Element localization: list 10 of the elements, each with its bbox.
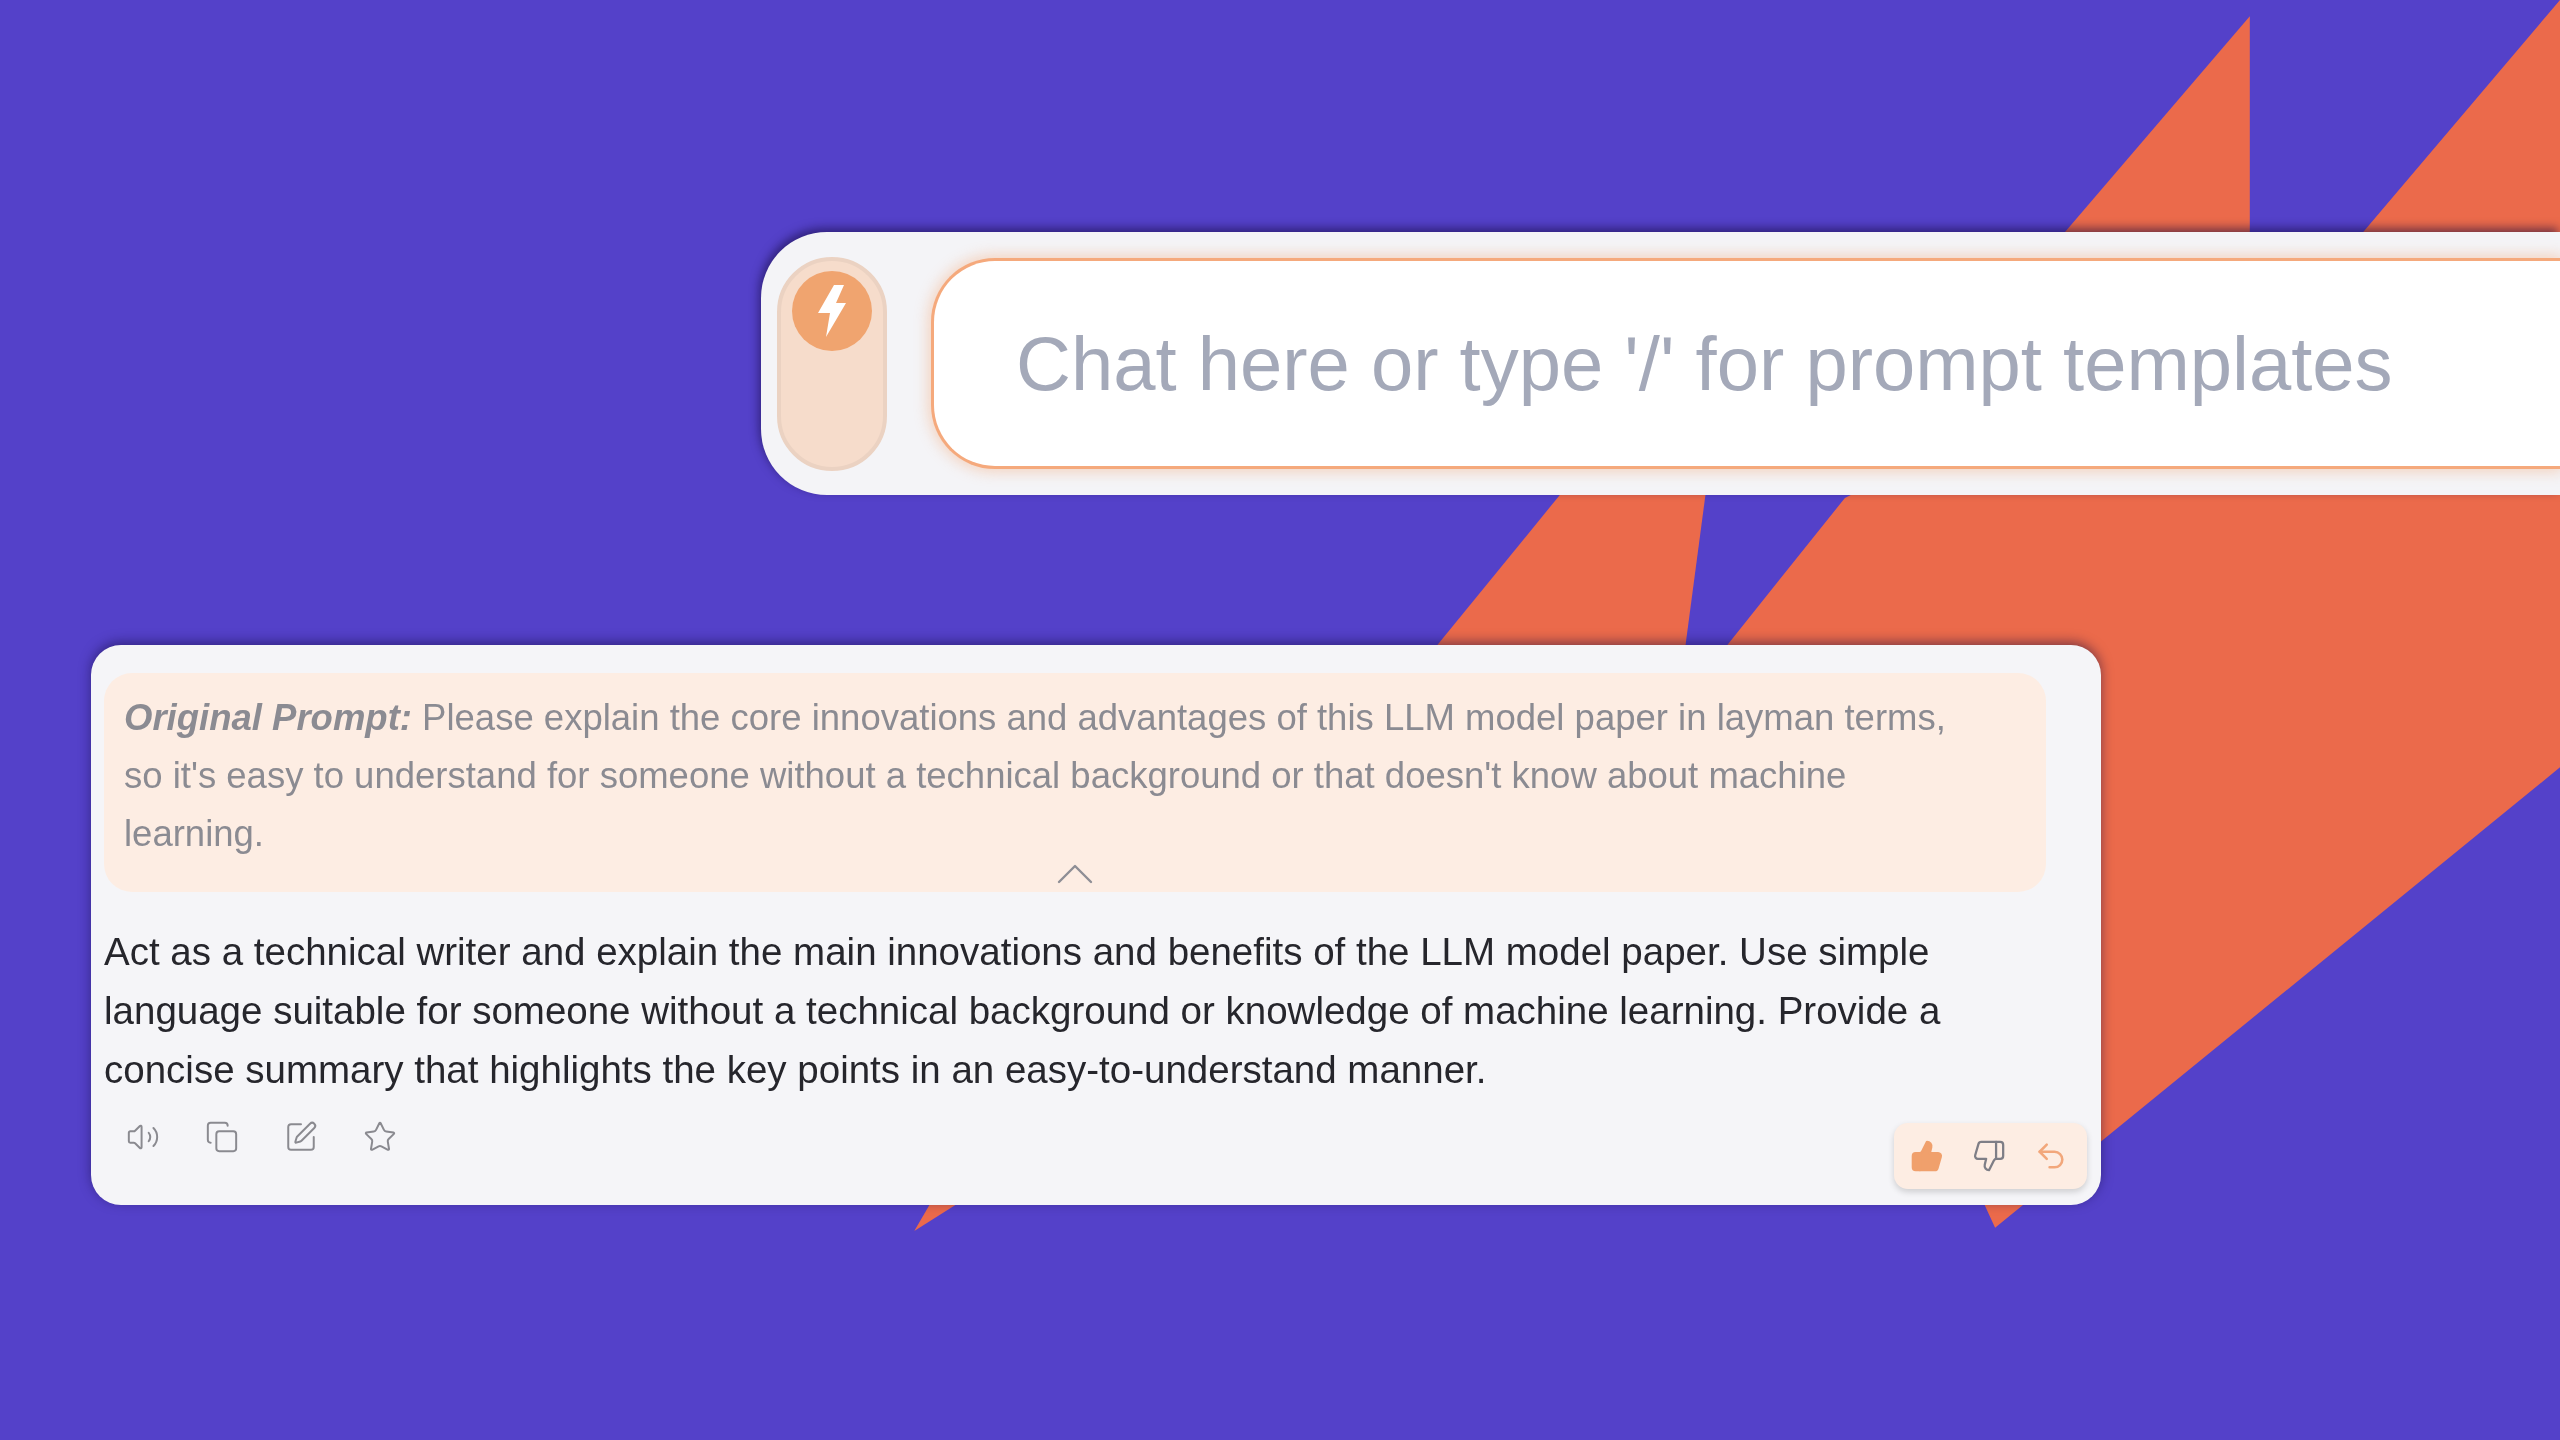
star-icon[interactable] — [363, 1120, 397, 1154]
edit-icon[interactable] — [284, 1120, 318, 1154]
prompt-text: Original Prompt: Please explain the core innovations and advantages of this LLM model paper in layman terms, so it's easy to understand for someone without a technical background or that doesn't know about machine learning. — [124, 696, 1947, 856]
response-text: Act as a technical writer and explain the main innovations and benefits of the LLM model paper. Use simple language suitable for someone without a technical background or knowledge of machine learning. Provide a concise summary that highlights the key points in an easy-to-understand manner. — [104, 929, 1942, 1093]
chevron-up-icon[interactable] — [1057, 864, 1093, 884]
chat-input[interactable]: Chat here or type '/' for prompt templates — [931, 258, 2560, 469]
lightning-icon — [792, 270, 872, 351]
copy-icon[interactable] — [205, 1120, 239, 1154]
thumbs-down-icon[interactable] — [1972, 1139, 2006, 1173]
thumbs-up-icon[interactable] — [1910, 1139, 1944, 1173]
